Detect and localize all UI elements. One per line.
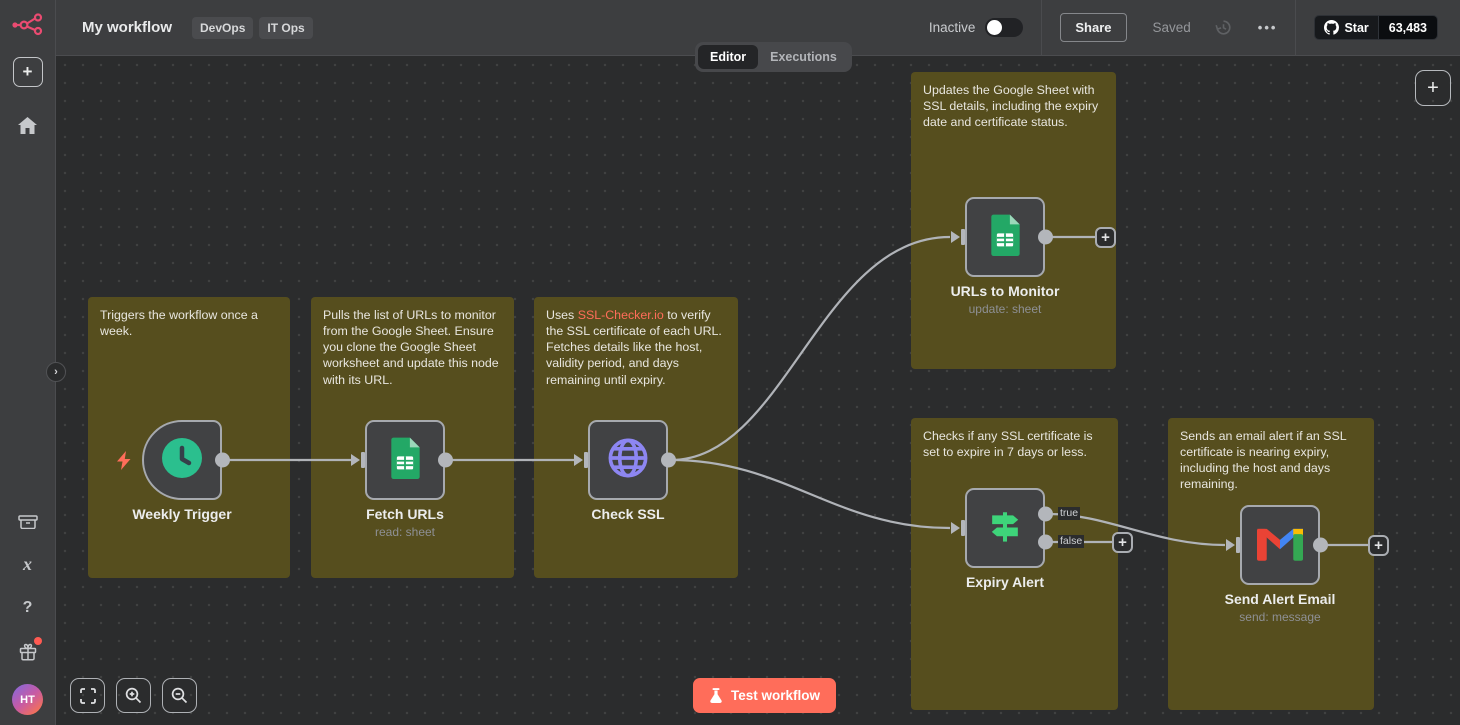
workflow-title[interactable]: My workflow (82, 19, 172, 36)
github-star-count: 63,483 (1378, 16, 1437, 39)
github-star-label: Star (1344, 21, 1368, 35)
node-subtitle: update: sheet (895, 302, 1115, 316)
sticky-text: Triggers the workflow once a week. (100, 307, 278, 339)
test-workflow-button[interactable]: Test workflow (693, 678, 836, 713)
output-port-true[interactable] (1038, 507, 1053, 522)
editor-tabs: Editor Executions (695, 42, 852, 72)
add-node-endpoint-button[interactable]: + (1095, 227, 1116, 248)
node-weekly-trigger[interactable]: Weekly Trigger (142, 420, 222, 500)
node-expiry-alert[interactable]: Expiry Alert (965, 488, 1045, 568)
variables-icon[interactable]: x (16, 552, 40, 576)
toggle-knob (987, 20, 1002, 35)
node-body[interactable] (965, 197, 1045, 277)
test-workflow-label: Test workflow (731, 688, 820, 703)
add-node-endpoint-button[interactable]: + (1112, 532, 1133, 553)
branch-label-false: false (1058, 535, 1084, 548)
input-port[interactable] (351, 452, 365, 468)
output-port[interactable] (1313, 538, 1328, 553)
clock-icon (160, 436, 204, 485)
github-star-widget[interactable]: Star 63,483 (1314, 15, 1438, 40)
saved-status: Saved (1153, 20, 1191, 35)
node-urls-to-monitor[interactable]: URLs to Monitor update: sheet (965, 197, 1045, 277)
output-port[interactable] (438, 453, 453, 468)
input-port[interactable] (951, 520, 965, 536)
google-sheets-icon (985, 213, 1025, 262)
history-icon[interactable] (1215, 19, 1232, 36)
sidebar-expand-chevron[interactable]: › (46, 362, 66, 382)
home-icon[interactable] (16, 113, 40, 137)
trigger-bolt-icon (117, 451, 131, 475)
input-port[interactable] (574, 452, 588, 468)
whats-new-gift-icon[interactable] (16, 640, 40, 664)
tab-editor[interactable]: Editor (698, 45, 758, 69)
zoom-in-button[interactable] (116, 678, 151, 713)
n8n-logo (11, 12, 45, 41)
tag-itops[interactable]: IT Ops (259, 17, 312, 39)
user-avatar[interactable]: HT (12, 684, 43, 715)
divider (1295, 0, 1296, 56)
notification-dot (34, 637, 42, 645)
tab-executions[interactable]: Executions (758, 45, 849, 69)
tag-devops[interactable]: DevOps (192, 17, 253, 39)
node-body[interactable] (588, 420, 668, 500)
flask-icon (709, 688, 723, 703)
left-sidebar: + x ? HT (0, 0, 56, 725)
signpost-if-icon (983, 504, 1027, 553)
node-send-alert-email[interactable]: Send Alert Email send: message (1240, 505, 1320, 585)
node-body[interactable] (965, 488, 1045, 568)
zoom-to-fit-button[interactable] (70, 678, 105, 713)
sticky-text: Pulls the list of URLs to monitor from t… (323, 307, 502, 388)
node-title: Expiry Alert (895, 574, 1115, 590)
node-subtitle: read: sheet (295, 525, 515, 539)
node-check-ssl[interactable]: Check SSL (588, 420, 668, 500)
activation-status-label: Inactive (929, 20, 976, 35)
share-button[interactable]: Share (1060, 13, 1126, 42)
open-nodes-panel-button[interactable]: + (1415, 70, 1451, 106)
sticky-text: Sends an email alert if an SSL certifica… (1180, 428, 1362, 493)
sticky-text: Checks if any SSL certificate is set to … (923, 428, 1106, 460)
output-port[interactable] (661, 453, 676, 468)
node-title: Fetch URLs (295, 506, 515, 522)
add-node-endpoint-button[interactable]: + (1368, 535, 1389, 556)
gmail-icon (1257, 525, 1303, 566)
node-title: Check SSL (518, 506, 738, 522)
divider (1041, 0, 1042, 56)
more-options-button[interactable]: ••• (1258, 20, 1278, 35)
templates-icon[interactable] (16, 508, 40, 532)
node-body[interactable] (142, 420, 222, 500)
node-body[interactable] (365, 420, 445, 500)
google-sheets-icon (385, 436, 425, 485)
node-title: Weekly Trigger (72, 506, 292, 522)
node-title: Send Alert Email (1170, 591, 1390, 607)
activation-toggle[interactable] (985, 18, 1023, 37)
output-port[interactable] (1038, 230, 1053, 245)
node-fetch-urls[interactable]: Fetch URLs read: sheet (365, 420, 445, 500)
github-icon (1324, 20, 1339, 35)
node-title: URLs to Monitor (895, 283, 1115, 299)
sticky-text: Updates the Google Sheet with SSL detail… (923, 82, 1104, 130)
node-body[interactable] (1240, 505, 1320, 585)
ssl-checker-link[interactable]: SSL-Checker.io (578, 308, 664, 322)
branch-label-true: true (1058, 507, 1080, 520)
output-port-false[interactable] (1038, 535, 1053, 550)
input-port[interactable] (951, 229, 965, 245)
output-port[interactable] (215, 453, 230, 468)
input-port[interactable] (1226, 537, 1240, 553)
globe-icon (605, 435, 651, 486)
new-workflow-button[interactable]: + (13, 57, 43, 87)
sticky-text: Uses SSL-Checker.io to verify the SSL ce… (546, 307, 726, 388)
node-subtitle: send: message (1170, 610, 1390, 624)
zoom-out-button[interactable] (162, 678, 197, 713)
help-icon[interactable]: ? (16, 596, 40, 620)
